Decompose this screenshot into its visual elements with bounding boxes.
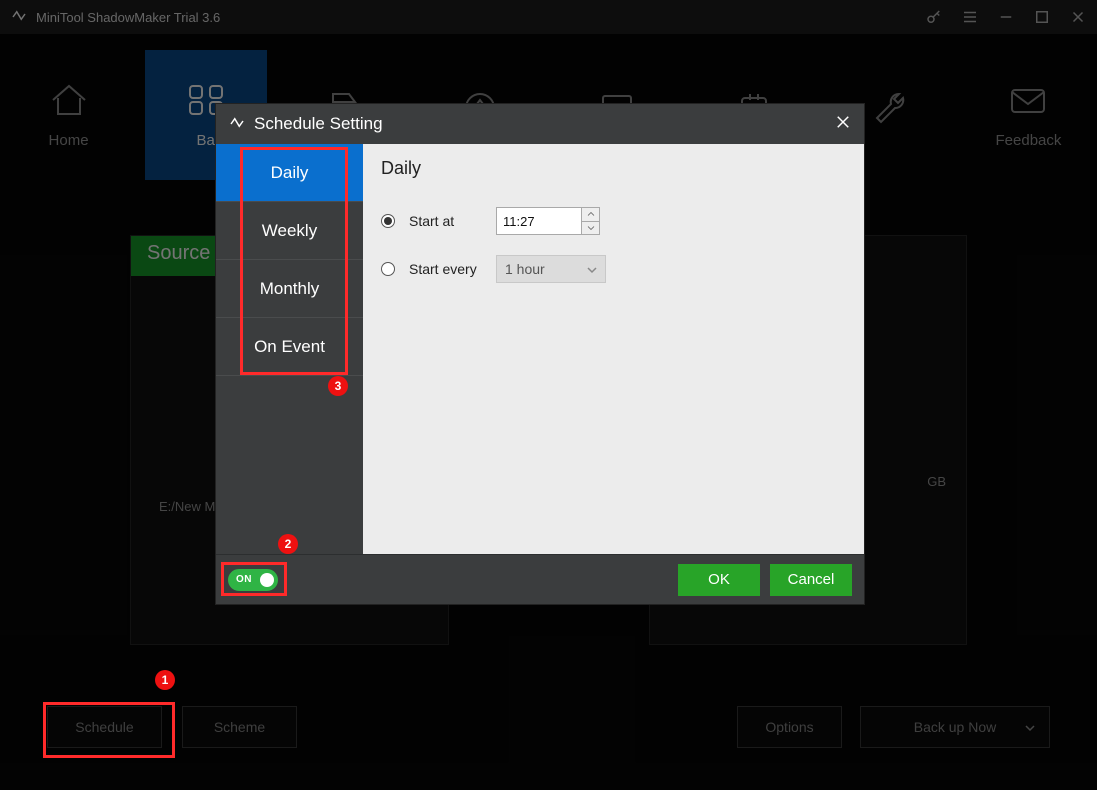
annotation-badge-1: 1 (155, 670, 175, 690)
schedule-content: Daily Start at Start every (363, 144, 864, 554)
app-logo-icon (10, 8, 28, 26)
nav-feedback[interactable]: Feedback (967, 50, 1089, 180)
dialog-close-button[interactable] (834, 113, 852, 136)
annotation-badge-3: 3 (328, 376, 348, 396)
dialog-title-bar: Schedule Setting (216, 104, 864, 144)
sidebar-item-on-event[interactable]: On Event (216, 318, 363, 376)
chevron-down-icon (587, 261, 597, 277)
minimize-icon[interactable] (997, 8, 1015, 26)
ok-button[interactable]: OK (678, 564, 760, 596)
start-every-radio[interactable] (381, 262, 395, 276)
app-logo-icon (228, 115, 246, 133)
maximize-icon[interactable] (1033, 8, 1051, 26)
schedule-setting-dialog: Schedule Setting Daily Weekly Monthly On… (216, 104, 864, 604)
time-spin-down[interactable] (582, 221, 599, 235)
time-spin-up[interactable] (582, 208, 599, 221)
cancel-button[interactable]: Cancel (770, 564, 852, 596)
sidebar-item-weekly[interactable]: Weekly (216, 202, 363, 260)
dialog-footer: ON OK Cancel (216, 554, 864, 604)
sidebar-item-daily[interactable]: Daily (216, 144, 363, 202)
envelope-icon (1008, 82, 1048, 118)
start-every-label: Start every (409, 261, 482, 277)
close-icon[interactable] (1069, 8, 1087, 26)
dest-size: GB (927, 474, 946, 489)
start-every-select[interactable]: 1 hour (496, 255, 606, 283)
scheme-button[interactable]: Scheme (182, 706, 297, 748)
schedule-toggle[interactable]: ON (228, 569, 278, 591)
chevron-down-icon (1025, 719, 1035, 735)
backup-now-button[interactable]: Back up Now (860, 706, 1050, 748)
options-button[interactable]: Options (737, 706, 842, 748)
start-at-label: Start at (409, 213, 482, 229)
dialog-title: Schedule Setting (254, 114, 383, 134)
start-at-radio[interactable] (381, 214, 395, 228)
close-icon (834, 113, 852, 131)
annotation-badge-2: 2 (278, 534, 298, 554)
content-heading: Daily (381, 158, 846, 179)
start-at-time-input[interactable] (496, 207, 582, 235)
toggle-knob (260, 573, 274, 587)
sidebar-item-monthly[interactable]: Monthly (216, 260, 363, 318)
schedule-button[interactable]: Schedule (47, 706, 162, 748)
bottom-bar: Schedule Scheme Options Back up Now (47, 704, 1050, 750)
source-path: E:/New M (159, 499, 215, 514)
app-title: MiniTool ShadowMaker Trial 3.6 (36, 10, 220, 25)
nav-home[interactable]: Home (8, 50, 130, 180)
schedule-sidebar: Daily Weekly Monthly On Event (216, 144, 363, 554)
title-bar: MiniTool ShadowMaker Trial 3.6 (0, 0, 1097, 34)
source-header: Source (131, 236, 226, 276)
menu-icon[interactable] (961, 8, 979, 26)
key-icon[interactable] (925, 8, 943, 26)
home-icon (49, 82, 89, 118)
